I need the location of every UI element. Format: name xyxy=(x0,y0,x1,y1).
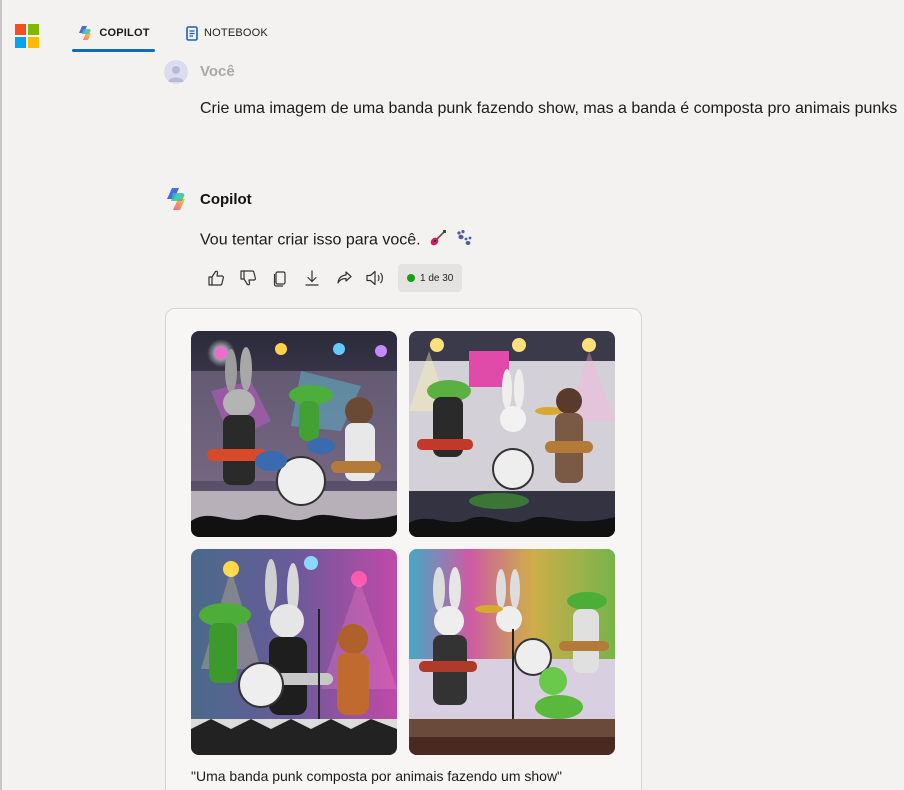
thumbs-down-icon[interactable] xyxy=(236,266,260,290)
user-message: Crie uma imagem de uma banda punk fazend… xyxy=(200,100,898,117)
image-caption: "Uma banda punk composta por animais faz… xyxy=(191,768,563,784)
download-icon[interactable] xyxy=(300,266,324,290)
thumbs-up-icon[interactable] xyxy=(204,266,228,290)
window-border xyxy=(0,0,2,790)
user-avatar xyxy=(164,60,188,84)
tab-notebook-label: NOTEBOOK xyxy=(204,27,268,39)
copilot-window: COPILOT NOTEBOOK Você Crie uma imagem de… xyxy=(0,0,904,790)
generated-image-1[interactable] xyxy=(191,331,397,537)
tab-copilot[interactable]: COPILOT xyxy=(72,16,155,50)
counter-text: 1 de 30 xyxy=(420,272,454,284)
share-icon[interactable] xyxy=(332,266,356,290)
tab-notebook[interactable]: NOTEBOOK xyxy=(180,16,274,50)
copilot-name: Copilot xyxy=(200,191,252,208)
generated-image-3[interactable] xyxy=(191,549,397,755)
paw-prints-emoji xyxy=(455,229,473,252)
active-tab-indicator xyxy=(72,49,155,52)
copilot-logo-icon xyxy=(77,25,93,41)
copilot-message: Vou tentar criar isso para você. xyxy=(200,229,473,252)
status-dot xyxy=(407,274,415,282)
generated-image-2[interactable] xyxy=(409,331,615,537)
guitar-emoji xyxy=(429,229,447,252)
tab-copilot-label: COPILOT xyxy=(99,27,150,39)
microsoft-logo[interactable] xyxy=(15,24,39,48)
copy-icon[interactable] xyxy=(268,266,292,290)
notebook-icon xyxy=(186,25,198,41)
message-actions: 1 de 30 xyxy=(204,264,463,292)
response-counter: 1 de 30 xyxy=(398,264,463,292)
copilot-avatar xyxy=(164,187,188,211)
copilot-message-text: Vou tentar criar isso para você. xyxy=(200,231,421,249)
user-name: Você xyxy=(200,63,235,80)
generated-image-4[interactable] xyxy=(409,549,615,755)
read-aloud-icon[interactable] xyxy=(364,266,388,290)
